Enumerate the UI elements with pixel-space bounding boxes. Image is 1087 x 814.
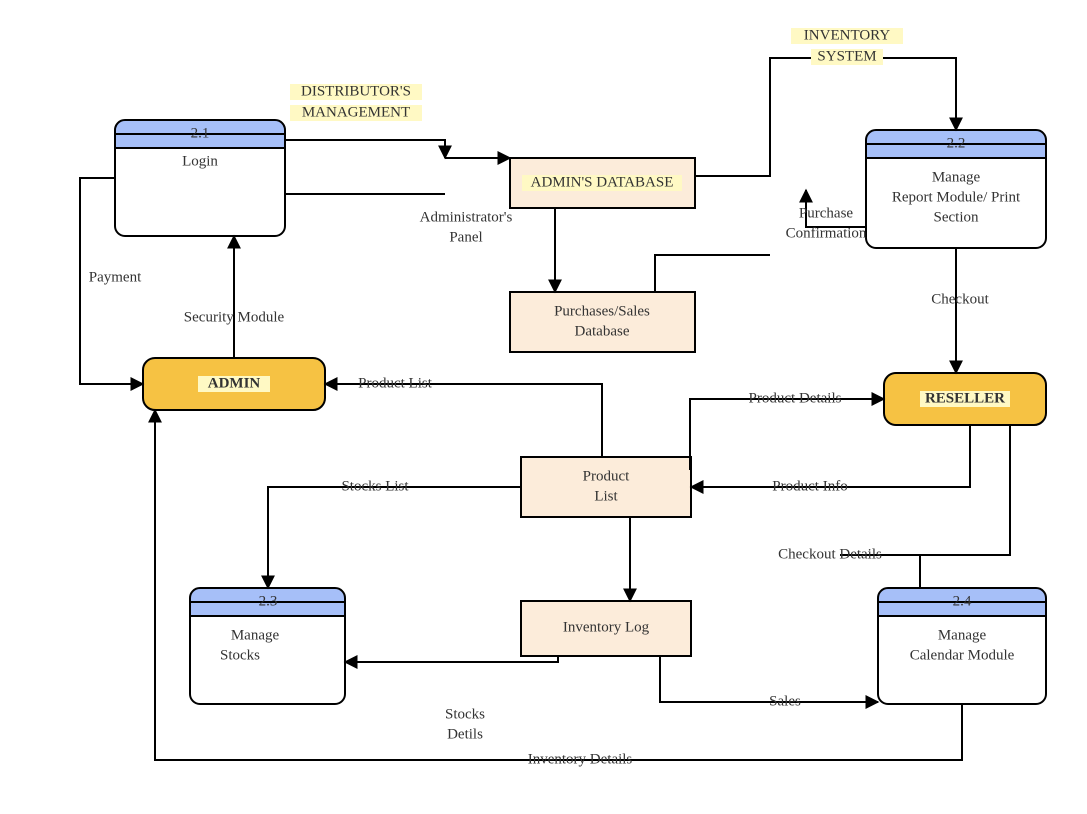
store-label-2: Database bbox=[575, 323, 630, 339]
label-purchconf-2: Confirmation bbox=[786, 225, 867, 241]
label-admin-panel-1: Administrator's bbox=[420, 209, 513, 225]
label-stocks-det-1: Stocks bbox=[445, 706, 485, 722]
store-label: Inventory Log bbox=[563, 619, 650, 635]
store-purchases-db: Purchases/Sales Database bbox=[510, 292, 695, 352]
edge-checkout-details-stub bbox=[840, 425, 1010, 555]
agent-reseller: RESELLER bbox=[884, 373, 1046, 425]
label-sales: Sales bbox=[769, 693, 801, 709]
label-product-list: Product List bbox=[358, 375, 433, 391]
label-prod-info: Product Info bbox=[772, 478, 847, 494]
process-label-2: Report Module/ Print bbox=[892, 189, 1021, 205]
label-distributors-1: DISTRIBUTOR'S bbox=[301, 83, 411, 99]
process-label: Login bbox=[182, 153, 218, 169]
process-id: 2.1 bbox=[191, 125, 210, 141]
label-admin-panel-2: Panel bbox=[449, 229, 482, 245]
edge-product-list bbox=[325, 384, 602, 457]
process-label-1: Manage bbox=[231, 627, 280, 643]
label-purchconf-1: Purchase bbox=[799, 205, 853, 221]
label-inv-det: Inventory Details bbox=[528, 751, 633, 767]
process-label-1: Manage bbox=[932, 169, 981, 185]
edge-product-details bbox=[690, 399, 884, 470]
label-inventory-2: SYSTEM bbox=[817, 48, 876, 64]
agent-admin: ADMIN bbox=[143, 358, 325, 410]
label-stocks-det-2: Detils bbox=[447, 726, 483, 742]
store-inventory-log: Inventory Log bbox=[521, 601, 691, 656]
process-label-3: Section bbox=[934, 209, 979, 225]
process-calendar: 2.4 Manage Calendar Module bbox=[878, 588, 1046, 704]
dfd-diagram: 2.1 Login 2.2 Manage Report Module/ Prin… bbox=[0, 0, 1087, 814]
process-label-1: Manage bbox=[938, 627, 987, 643]
label-inventory-1: INVENTORY bbox=[804, 27, 891, 43]
label-distributors-2: MANAGEMENT bbox=[302, 104, 410, 120]
label-stocks-list: Stocks List bbox=[341, 478, 409, 494]
process-id: 2.4 bbox=[953, 593, 972, 609]
edge-stocks-list bbox=[268, 487, 521, 588]
process-login: 2.1 Login bbox=[115, 120, 285, 236]
store-admin-db: ADMIN'S DATABASE bbox=[510, 158, 695, 208]
process-stocks: 2.3 Manage Stocks bbox=[190, 588, 345, 704]
edge-psdb-to-admin-db bbox=[655, 255, 770, 292]
process-report: 2.2 Manage Report Module/ Print Section bbox=[866, 130, 1046, 248]
process-label-2: Calendar Module bbox=[910, 647, 1015, 663]
label-payment: Payment bbox=[89, 269, 142, 285]
store-label: ADMIN'S DATABASE bbox=[531, 174, 674, 190]
agent-label: RESELLER bbox=[925, 390, 1005, 406]
store-label-1: Purchases/Sales bbox=[554, 303, 650, 319]
agent-label: ADMIN bbox=[208, 375, 261, 391]
edge-login-to-admin-db bbox=[285, 140, 445, 158]
store-label-2: List bbox=[594, 488, 618, 504]
label-chk-det: Checkout Details bbox=[778, 546, 882, 562]
process-id: 2.3 bbox=[259, 593, 278, 609]
store-label-1: Product bbox=[583, 468, 630, 484]
label-checkout: Checkout bbox=[931, 291, 989, 307]
label-secmod: Security Module bbox=[184, 309, 285, 325]
store-product-list: Product List bbox=[521, 457, 691, 517]
process-label-2: Stocks bbox=[220, 647, 260, 663]
label-prod-det: Product Details bbox=[749, 390, 842, 406]
process-id: 2.2 bbox=[947, 135, 966, 151]
